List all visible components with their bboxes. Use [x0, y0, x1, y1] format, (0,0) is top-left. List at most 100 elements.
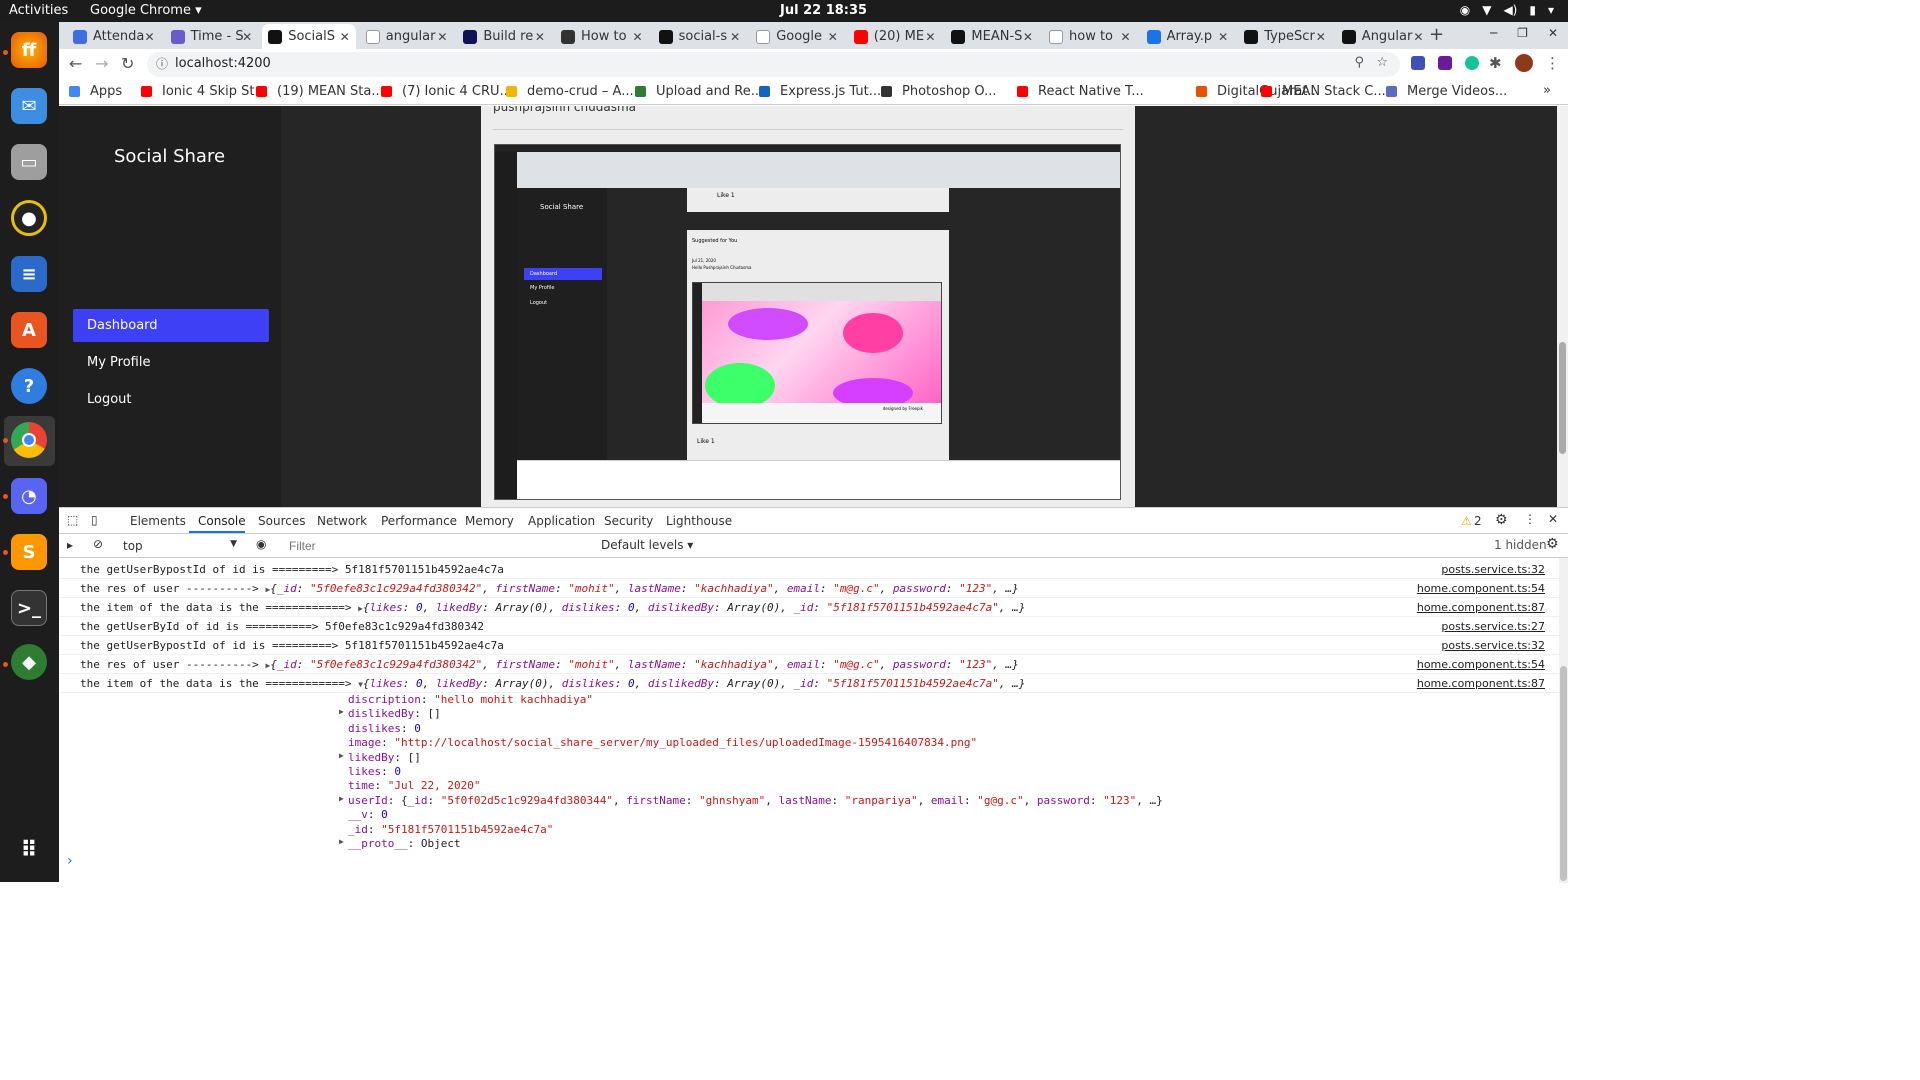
discord-tray-icon[interactable]: ◉	[1460, 3, 1470, 17]
browser-tab[interactable]: Time - S ✕	[165, 24, 259, 49]
show-applications-icon[interactable]: ⠿	[11, 832, 47, 868]
tab-console[interactable]: Console	[198, 514, 246, 528]
tab-close-icon[interactable]: ✕	[242, 30, 252, 44]
log-levels-dropdown[interactable]: Default levels ▾	[601, 538, 693, 552]
expanded-property[interactable]: ▶ userId: {_id: "5f0f02d5c1c929a4fd380344…	[339, 794, 1163, 807]
tab-close-icon[interactable]: ✕	[437, 30, 447, 44]
tab-close-icon[interactable]: ✕	[340, 30, 350, 44]
chrome-icon[interactable]	[11, 422, 47, 458]
expanded-property[interactable]: ▶ dislikedBy: []	[339, 707, 441, 720]
tab-security[interactable]: Security	[604, 514, 653, 528]
battery-icon[interactable]: ▮	[1529, 3, 1536, 17]
bookmark-item[interactable]: Photoshop O...	[902, 84, 997, 99]
firefox-icon[interactable]: ff	[11, 32, 47, 68]
warning-count[interactable]: 2	[1474, 514, 1482, 528]
browser-tab[interactable]: Google ✕	[750, 24, 844, 49]
console-settings-icon[interactable]: ⚙	[1546, 536, 1559, 552]
browser-tab[interactable]: Attenda ✕	[67, 24, 161, 49]
bookmark-item[interactable]: Upload and Re...	[656, 84, 763, 99]
context-select[interactable]: top ▼	[117, 536, 241, 555]
grammarly-extension-icon[interactable]	[1465, 56, 1479, 70]
discord-icon[interactable]: ◔	[11, 478, 47, 514]
tab-elements[interactable]: Elements	[130, 514, 186, 528]
tab-memory[interactable]: Memory	[465, 514, 514, 528]
browser-tab[interactable]: TypeScr ✕	[1238, 24, 1332, 49]
tab-lighthouse[interactable]: Lighthouse	[666, 514, 732, 528]
tab-close-icon[interactable]: ✕	[633, 30, 643, 44]
bookmark-item[interactable]: React Native T...	[1038, 84, 1144, 99]
browser-tab[interactable]: SocialS ✕	[262, 24, 356, 49]
browser-tab[interactable]: social-s ✕	[653, 24, 747, 49]
log-source-link[interactable]: posts.service.ts:32	[1441, 563, 1545, 576]
close-window-icon[interactable]: ✕	[1548, 26, 1558, 40]
bookmark-item[interactable]: Ionic 4 Skip St...	[162, 84, 267, 99]
browser-tab[interactable]: Array.p ✕	[1141, 24, 1235, 49]
new-tab-icon[interactable]: +	[1429, 24, 1444, 45]
help-icon[interactable]: ?	[11, 368, 47, 404]
expand-arrow-icon[interactable]: ▶	[339, 837, 344, 846]
page-scroll-thumb[interactable]	[1559, 342, 1566, 454]
clock[interactable]: Jul 22 18:35	[780, 3, 867, 18]
browser-tab[interactable]: MEAN-S ✕	[945, 24, 1039, 49]
chrome-menu-icon[interactable]: ⋮	[1545, 54, 1560, 72]
post-image-screenshot[interactable]: Social Share Dashboard My Profile Logout…	[494, 144, 1121, 500]
bookmark-item[interactable]: MEAN Stack C...	[1282, 84, 1386, 99]
app-menu[interactable]: Google Chrome ▾	[90, 3, 202, 18]
minimize-icon[interactable]: ─	[1490, 26, 1497, 40]
tab-network[interactable]: Network	[317, 514, 367, 528]
writer-icon[interactable]: ≡	[11, 256, 47, 292]
console-scrollbar[interactable]	[1559, 558, 1568, 883]
omnibox[interactable]: ⓘ localhost:4200 ⚲ ☆	[147, 52, 1400, 77]
maximize-icon[interactable]: ❐	[1517, 26, 1528, 40]
extensions-puzzle-icon[interactable]: ✱	[1489, 54, 1502, 72]
bookmark-item[interactable]: Apps	[90, 84, 122, 99]
expand-arrow-icon[interactable]: ▶	[339, 751, 344, 760]
tab-close-icon[interactable]: ✕	[1121, 30, 1131, 44]
info-icon[interactable]: ⓘ	[156, 55, 168, 72]
files-icon[interactable]: ▭	[11, 144, 47, 180]
nav-dashboard[interactable]: Dashboard	[73, 309, 269, 342]
robo3t-icon[interactable]: ◆	[11, 644, 47, 680]
wifi-icon[interactable]: ▼	[1482, 3, 1491, 17]
device-toggle-icon[interactable]: ▯	[91, 513, 98, 527]
power-menu-icon[interactable]: ▾	[1548, 3, 1554, 17]
console-scroll-thumb[interactable]	[1560, 666, 1567, 881]
devtools-close-icon[interactable]: ✕	[1548, 512, 1558, 526]
tab-close-icon[interactable]: ✕	[1023, 30, 1033, 44]
more-bookmarks-icon[interactable]: »	[1543, 83, 1551, 98]
console-filter-input[interactable]	[283, 536, 593, 555]
nav-logout[interactable]: Logout	[73, 383, 269, 416]
rhythmbox-icon[interactable]: ●	[11, 200, 47, 236]
bookmark-item[interactable]: Merge Videos...	[1407, 84, 1507, 99]
browser-tab[interactable]: How to ✕	[555, 24, 649, 49]
bookmark-item[interactable]: (19) MEAN Sta...	[277, 84, 384, 99]
expand-arrow-icon[interactable]: ▶	[339, 794, 344, 803]
devtools-settings-icon[interactable]: ⚙	[1495, 512, 1508, 528]
tab-close-icon[interactable]: ✕	[1218, 30, 1228, 44]
tab-close-icon[interactable]: ✕	[535, 30, 545, 44]
browser-tab[interactable]: (20) ME ✕	[848, 24, 942, 49]
log-source-link[interactable]: home.component.ts:54	[1417, 582, 1545, 595]
zoom-icon[interactable]: ⚲	[1354, 55, 1364, 70]
log-source-link[interactable]: posts.service.ts:27	[1441, 620, 1545, 633]
log-source-link[interactable]: posts.service.ts:32	[1441, 639, 1545, 652]
clear-console-icon[interactable]: ⊘	[93, 537, 103, 551]
expanded-property[interactable]: ▶ likedBy: []	[339, 751, 421, 764]
bookmark-item[interactable]: Express.js Tut...	[780, 84, 881, 99]
thunderbird-icon[interactable]: ✉	[11, 88, 47, 124]
browser-tab[interactable]: how to ✕	[1043, 24, 1137, 49]
bookmark-star-icon[interactable]: ☆	[1376, 55, 1388, 70]
reload-icon[interactable]: ↻	[121, 54, 134, 73]
bookmark-item[interactable]: (7) Ionic 4 CRU...	[402, 84, 512, 99]
terminal-icon[interactable]: >_	[11, 590, 47, 626]
log-source-link[interactable]: home.component.ts:87	[1417, 601, 1545, 614]
tab-close-icon[interactable]: ✕	[730, 30, 740, 44]
browser-tab[interactable]: Angular ✕	[1336, 24, 1430, 49]
expanded-property[interactable]: ▶ __proto__: Object	[339, 837, 461, 850]
inspect-element-icon[interactable]: ⬚	[67, 513, 78, 527]
warning-icon[interactable]: ⚠	[1461, 514, 1472, 528]
tab-application[interactable]: Application	[528, 514, 595, 528]
tab-close-icon[interactable]: ✕	[925, 30, 935, 44]
browser-tab[interactable]: Build re ✕	[457, 24, 551, 49]
volume-icon[interactable]: ◀)	[1503, 3, 1517, 17]
